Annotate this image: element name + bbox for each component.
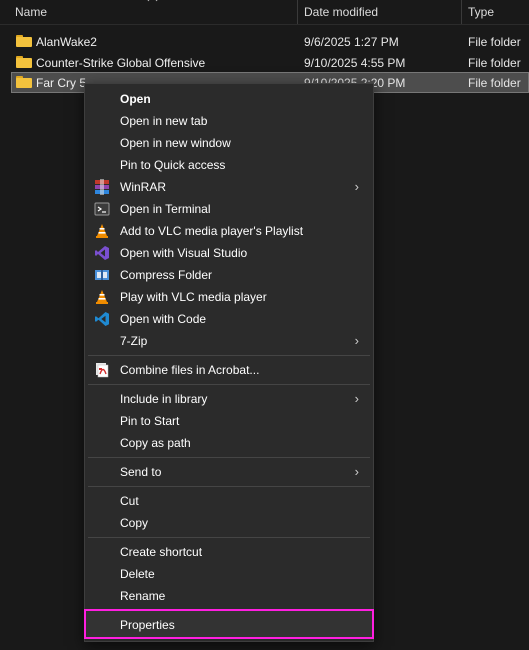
file-type: File folder — [468, 56, 521, 70]
menu-item-copy-as-path[interactable]: Copy as path — [85, 432, 373, 454]
compress-icon — [95, 270, 109, 280]
menu-item-label: Pin to Quick access — [120, 158, 226, 172]
file-type: File folder — [468, 76, 521, 90]
submenu-chevron-icon: › — [354, 179, 359, 194]
menu-item-label: Send to — [120, 465, 162, 479]
menu-item-send-to[interactable]: Send to › — [85, 461, 373, 483]
file-name: Far Cry 5 — [36, 76, 87, 90]
folder-icon — [16, 35, 32, 47]
menu-item-rename[interactable]: Rename — [85, 585, 373, 607]
context-menu: Open Open in new tab Open in new window … — [84, 83, 374, 642]
menu-item-label: Play with VLC media player — [120, 290, 267, 304]
menu-item-label: Rename — [120, 589, 166, 603]
menu-item-open-visual-studio[interactable]: Open with Visual Studio — [85, 242, 373, 264]
column-divider[interactable] — [297, 0, 298, 24]
menu-item-open-with-code[interactable]: Open with Code — [85, 308, 373, 330]
menu-item-copy[interactable]: Copy — [85, 512, 373, 534]
submenu-chevron-icon: › — [354, 333, 359, 348]
menu-separator — [88, 457, 370, 458]
menu-item-combine-acrobat[interactable]: Combine files in Acrobat... — [85, 359, 373, 381]
terminal-icon — [94, 202, 110, 216]
column-header-date-modified[interactable]: Date modified — [304, 5, 378, 19]
vscode-icon — [95, 312, 109, 326]
menu-item-label: Combine files in Acrobat... — [120, 363, 260, 377]
menu-item-pin-quick-access[interactable]: Pin to Quick access — [85, 154, 373, 176]
winrar-icon — [95, 179, 109, 195]
submenu-chevron-icon: › — [354, 464, 359, 479]
visual-studio-icon — [95, 246, 109, 260]
file-row-counter-strike[interactable]: Counter-Strike Global Offensive 9/10/202… — [11, 52, 529, 73]
vlc-icon — [96, 290, 108, 304]
vlc-icon — [96, 224, 108, 238]
menu-separator — [88, 537, 370, 538]
menu-item-label: Compress Folder — [120, 268, 213, 282]
column-header-bar: Name Date modified Type — [0, 0, 529, 25]
menu-item-label: Delete — [120, 567, 155, 581]
sort-ascending-icon — [147, 0, 158, 6]
menu-item-create-shortcut[interactable]: Create shortcut — [85, 541, 373, 563]
menu-item-label: Open in Terminal — [120, 202, 211, 216]
folder-icon — [16, 76, 32, 88]
menu-item-label: Properties — [120, 618, 175, 632]
menu-item-label: WinRAR — [120, 180, 167, 194]
file-type: File folder — [468, 35, 521, 49]
menu-item-include-library[interactable]: Include in library › — [85, 388, 373, 410]
menu-item-7zip[interactable]: 7-Zip › — [85, 330, 373, 352]
menu-item-properties[interactable]: Properties — [84, 609, 374, 639]
file-date: 9/6/2025 1:27 PM — [304, 35, 399, 49]
menu-item-open[interactable]: Open — [85, 88, 373, 110]
menu-item-label: 7-Zip — [120, 334, 148, 348]
menu-item-label: Open with Code — [120, 312, 207, 326]
menu-item-label: Include in library — [120, 392, 208, 406]
file-name: Counter-Strike Global Offensive — [36, 56, 206, 70]
file-row-alanwake2[interactable]: AlanWake2 9/6/2025 1:27 PM File folder — [11, 31, 529, 52]
menu-item-open-terminal[interactable]: Open in Terminal — [85, 198, 373, 220]
menu-item-vlc-add-playlist[interactable]: Add to VLC media player's Playlist — [85, 220, 373, 242]
submenu-chevron-icon: › — [354, 391, 359, 406]
acrobat-icon — [96, 363, 109, 378]
file-name: AlanWake2 — [36, 35, 97, 49]
menu-item-label: Open with Visual Studio — [120, 246, 248, 260]
menu-item-label: Copy — [120, 516, 149, 530]
menu-item-label: Cut — [120, 494, 139, 508]
menu-item-label: Create shortcut — [120, 545, 203, 559]
file-date: 9/10/2025 4:55 PM — [304, 56, 406, 70]
menu-item-compress-folder[interactable]: Compress Folder — [85, 264, 373, 286]
menu-item-label: Add to VLC media player's Playlist — [120, 224, 304, 238]
menu-item-label: Open in new tab — [120, 114, 208, 128]
menu-item-pin-to-start[interactable]: Pin to Start — [85, 410, 373, 432]
menu-separator — [88, 384, 370, 385]
menu-item-winrar[interactable]: WinRAR › — [85, 176, 373, 198]
menu-separator — [88, 486, 370, 487]
menu-item-open-new-tab[interactable]: Open in new tab — [85, 110, 373, 132]
column-divider[interactable] — [461, 0, 462, 24]
menu-separator — [88, 355, 370, 356]
menu-item-label: Copy as path — [120, 436, 191, 450]
column-header-type[interactable]: Type — [468, 5, 494, 19]
menu-item-label: Open in new window — [120, 136, 231, 150]
menu-item-cut[interactable]: Cut — [85, 490, 373, 512]
folder-icon — [16, 56, 32, 68]
menu-item-open-new-window[interactable]: Open in new window — [85, 132, 373, 154]
menu-item-label: Open — [120, 92, 151, 106]
menu-item-delete[interactable]: Delete — [85, 563, 373, 585]
menu-item-vlc-play[interactable]: Play with VLC media player — [85, 286, 373, 308]
menu-item-label: Pin to Start — [120, 414, 180, 428]
column-header-name[interactable]: Name — [15, 5, 47, 19]
